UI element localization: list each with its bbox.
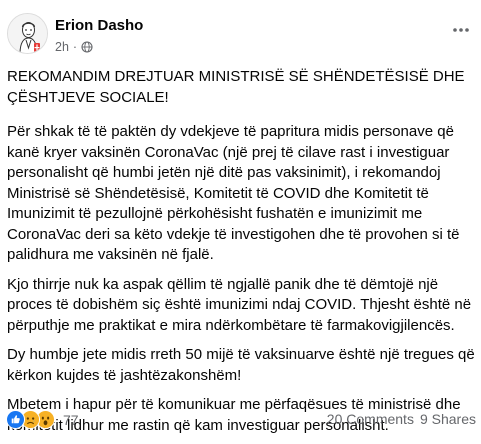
like-icon xyxy=(6,410,25,429)
post-paragraph-1: Për shkak të të paktën dy vdekjeve të pa… xyxy=(7,123,460,263)
post-header: Erion Dasho 2h · xyxy=(7,13,477,59)
avatar-drawing xyxy=(8,14,47,53)
post-paragraph-2: Kjo thirrje nuk ka aspak qëllim të ngjal… xyxy=(7,275,472,334)
globe-icon xyxy=(81,41,93,53)
comments-count-link[interactable]: 20 Comments xyxy=(327,411,414,427)
author-avatar[interactable] xyxy=(7,13,48,54)
post-paragraph-3: Dy humbje jete midis rreth 50 mijë të va… xyxy=(7,346,475,384)
post-body: REKOMANDIM DREJTUAR MINISTRISË SË SHËNDE… xyxy=(7,67,475,444)
facebook-post: Erion Dasho 2h · REKOMANDIM DREJTUAR MIN… xyxy=(0,0,481,444)
post-timestamp[interactable]: 2h xyxy=(55,40,69,54)
shares-count-link[interactable]: 9 Shares xyxy=(420,411,476,427)
post-meta: 2h · xyxy=(55,40,93,54)
post-headline: REKOMANDIM DREJTUAR MINISTRISË SË SHËNDE… xyxy=(7,68,465,106)
more-options-icon[interactable] xyxy=(451,23,471,37)
meta-separator: · xyxy=(72,40,78,54)
reaction-count[interactable]: 77 xyxy=(63,412,79,428)
post-footer: 77 20 Comments 9 Shares xyxy=(6,410,476,432)
author-name[interactable]: Erion Dasho xyxy=(55,17,143,34)
reactions-summary[interactable]: 77 xyxy=(6,410,79,429)
engagement-stats: 20 Comments 9 Shares xyxy=(327,411,476,427)
